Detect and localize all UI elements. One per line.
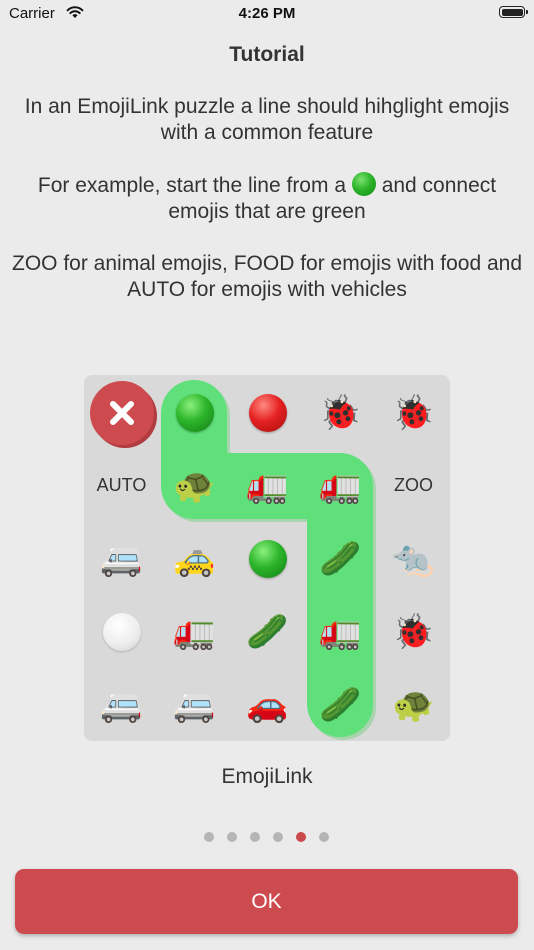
minibus-cell[interactable]: 🚐 <box>158 668 231 741</box>
ladybug-cell[interactable]: 🐞 <box>377 595 450 668</box>
page-title: Tutorial <box>229 43 305 66</box>
page-dot-6[interactable] <box>319 832 329 842</box>
minibus-cell[interactable]: 🚐 <box>85 522 158 595</box>
tutorial-text-1: In an EmojiLink puzzle a line should hih… <box>24 95 510 144</box>
ladybug-cell[interactable]: 🐞 <box>377 376 450 449</box>
rat-icon: 🐀 <box>392 538 435 579</box>
car-cell[interactable]: 🚗 <box>231 668 304 741</box>
cucumber-cell[interactable]: 🥒 <box>304 522 377 595</box>
ladybug-icon: 🐞 <box>392 611 435 652</box>
taxi-cell[interactable]: 🚕 <box>158 522 231 595</box>
white-circle-icon <box>102 612 141 651</box>
page-dot-3[interactable] <box>250 832 260 842</box>
puzzle-board: 🐞 🐞 AUTO 🐢 🚛 🚛 ZOO 🚐 🚕 🥒 🐀 🚛 🥒 🚛 🐞 🚐 🚐 🚗… <box>84 375 450 741</box>
ok-button[interactable]: OK <box>15 869 518 934</box>
page-dot-4[interactable] <box>273 832 283 842</box>
page-dot-2[interactable] <box>227 832 237 842</box>
truck-cell[interactable]: 🚛 <box>231 449 304 522</box>
clock: 4:26 PM <box>238 5 296 22</box>
tutorial-text-2: For example, start the line from a and c… <box>12 172 522 225</box>
battery-icon <box>499 6 528 18</box>
minibus-cell[interactable]: 🚐 <box>85 668 158 741</box>
zoo-cell[interactable]: ZOO <box>377 449 450 522</box>
cucumber-icon: 🥒 <box>319 684 362 725</box>
truck-icon: 🚛 <box>319 465 362 506</box>
minibus-icon: 🚐 <box>173 684 216 725</box>
cucumber-icon: 🥒 <box>246 611 289 652</box>
truck-cell[interactable]: 🚛 <box>304 449 377 522</box>
ladybug-icon: 🐞 <box>319 392 362 433</box>
truck-cell[interactable]: 🚛 <box>158 595 231 668</box>
cucumber-cell[interactable]: 🥒 <box>231 595 304 668</box>
car-icon: 🚗 <box>246 684 289 725</box>
minibus-icon: 🚐 <box>100 538 143 579</box>
green-circle-cell[interactable] <box>158 376 231 449</box>
turtle-cell[interactable]: 🐢 <box>377 668 450 741</box>
green-circle-icon <box>175 393 214 432</box>
cucumber-icon: 🥒 <box>319 538 362 579</box>
auto-cell[interactable]: AUTO <box>85 449 158 522</box>
page-dot-5[interactable] <box>296 832 306 842</box>
turtle-icon: 🐢 <box>392 684 435 725</box>
status-bar: Carrier 4:26 PM <box>0 0 534 28</box>
minibus-icon: 🚐 <box>100 684 143 725</box>
remove-line-icon[interactable] <box>85 376 158 449</box>
truck-cell[interactable]: 🚛 <box>304 595 377 668</box>
auto-label: AUTO <box>96 475 147 495</box>
puzzle-caption: EmojiLink <box>221 765 313 788</box>
page-dot-1[interactable] <box>204 832 214 842</box>
tutorial-text-2-start: For example, start the line from a <box>37 174 346 197</box>
zoo-label: ZOO <box>394 475 433 495</box>
page-indicator[interactable] <box>204 832 329 842</box>
truck-icon: 🚛 <box>246 465 289 506</box>
green-circle-icon <box>248 539 287 578</box>
ladybug-icon: 🐞 <box>392 392 435 433</box>
truck-icon: 🚛 <box>319 611 362 652</box>
truck-icon: 🚛 <box>173 611 216 652</box>
turtle-cell[interactable]: 🐢 <box>158 449 231 522</box>
turtle-icon: 🐢 <box>173 465 216 506</box>
taxi-icon: 🚕 <box>173 538 216 579</box>
green-circle-cell[interactable] <box>231 522 304 595</box>
ladybug-cell[interactable]: 🐞 <box>304 376 377 449</box>
red-circle-icon <box>248 393 287 432</box>
white-circle-cell[interactable] <box>85 595 158 668</box>
cucumber-cell[interactable]: 🥒 <box>304 668 377 741</box>
tutorial-text-3: ZOO for animal emojis, FOOD for emojis w… <box>12 252 522 301</box>
red-circle-cell[interactable] <box>231 376 304 449</box>
green-circle-icon <box>351 172 376 196</box>
rat-cell[interactable]: 🐀 <box>377 522 450 595</box>
